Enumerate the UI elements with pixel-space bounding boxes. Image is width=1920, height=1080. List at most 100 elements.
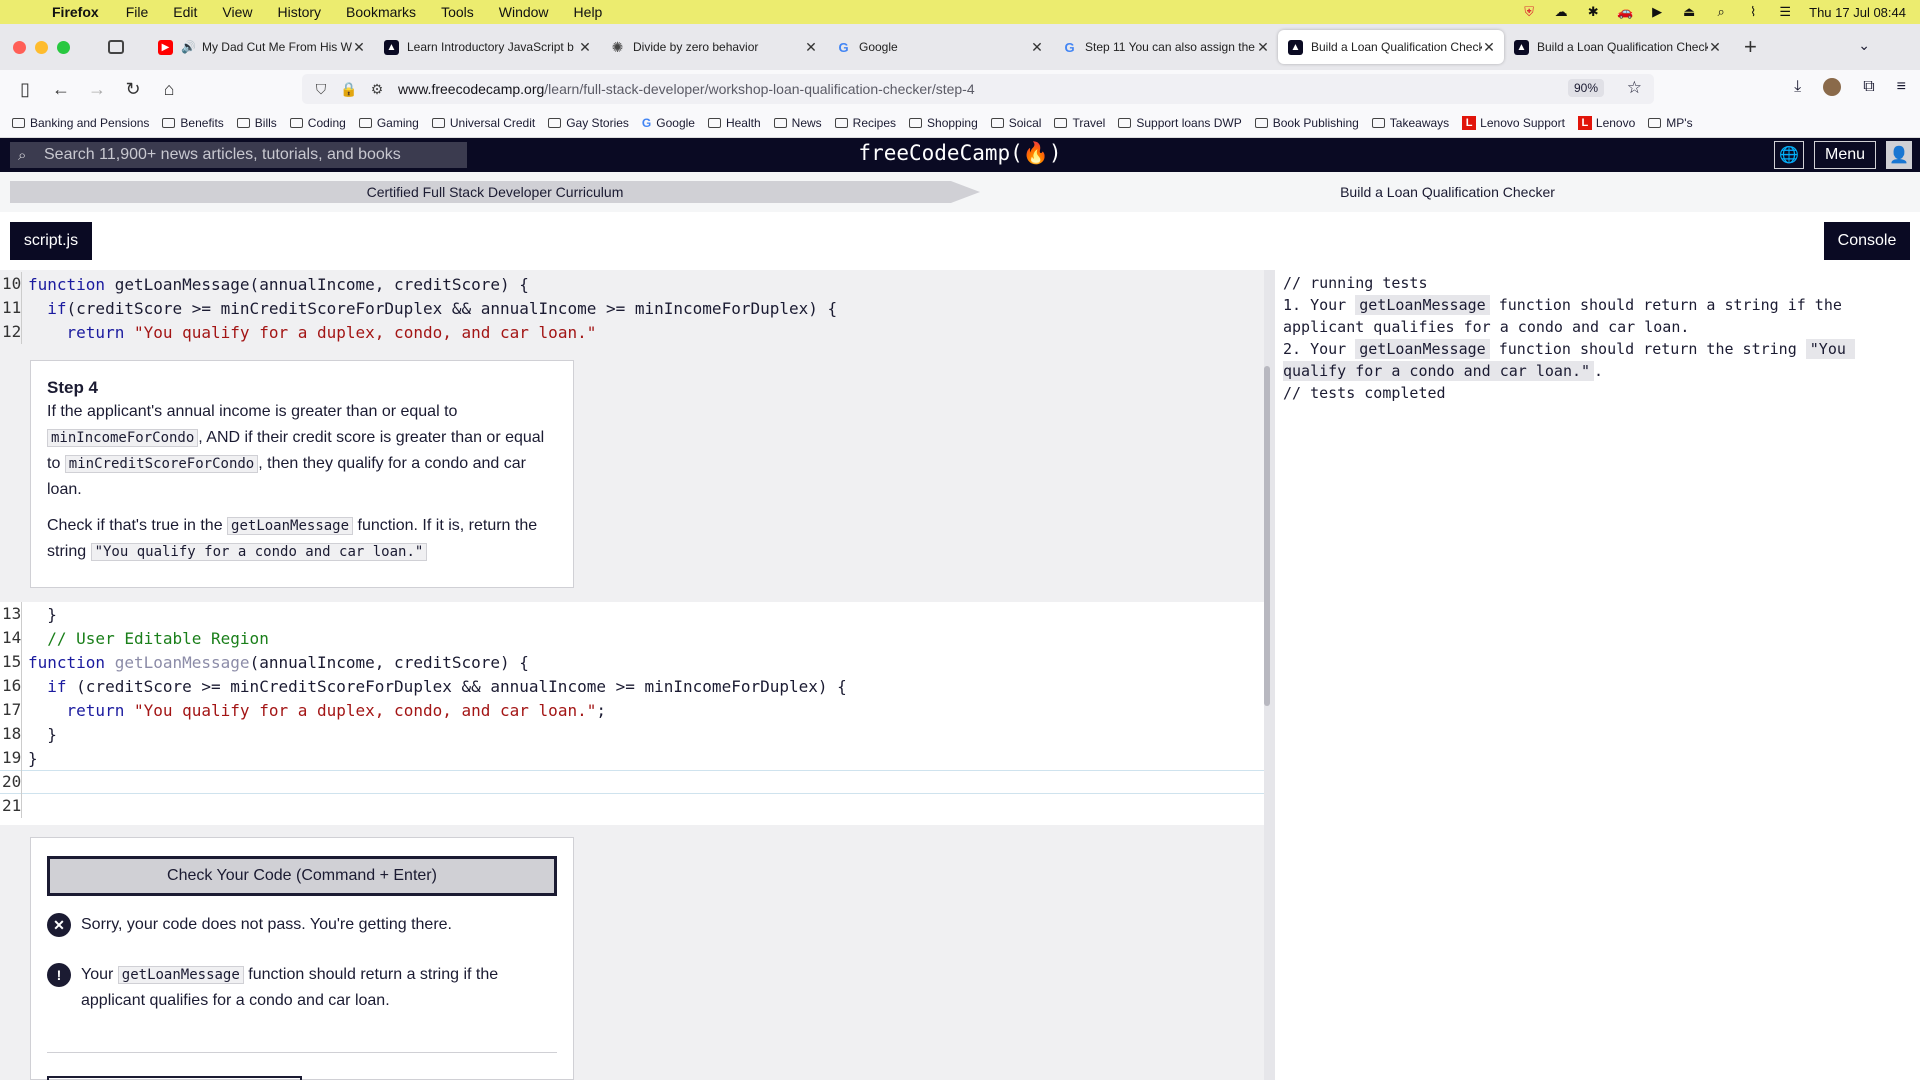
close-tab-icon[interactable]: ✕ <box>1030 39 1044 56</box>
bookmark-item[interactable]: Soical <box>990 116 1041 130</box>
url-bar[interactable]: ⛉ 🔒 ⚙ www.freecodecamp.org/learn/full-st… <box>302 74 1654 104</box>
cloud-icon[interactable]: ☁ <box>1553 4 1569 19</box>
bookmark-item[interactable]: Shopping <box>909 116 978 130</box>
code-line[interactable]: 12 return "You qualify for a duplex, con… <box>0 320 1268 344</box>
close-tab-icon[interactable]: ✕ <box>1256 39 1270 56</box>
search-input[interactable] <box>44 146 464 164</box>
speaker-icon[interactable]: 🔊 <box>181 40 196 54</box>
back-button[interactable]: ← <box>50 78 72 100</box>
menu-firefox[interactable]: Firefox <box>52 4 99 20</box>
bookmark-item[interactable]: MP's <box>1648 116 1693 130</box>
close-tab-icon[interactable]: ✕ <box>352 39 366 56</box>
sidebar-toggle-icon[interactable]: ▯ <box>14 78 36 100</box>
bookmark-item[interactable]: Health <box>707 116 761 130</box>
breadcrumb-workshop[interactable]: Build a Loan Qualification Checker <box>985 181 1910 203</box>
browser-tab-active[interactable]: ▲ Build a Loan Qualification Check ✕ <box>1278 30 1504 64</box>
close-window-button[interactable] <box>13 40 26 54</box>
browser-tab[interactable]: ✺ Divide by zero behavior ✕ <box>600 30 826 64</box>
bookmark-item[interactable]: L Lenovo Support <box>1462 115 1565 130</box>
code-line[interactable]: 18 } <box>0 722 1268 746</box>
browser-tab[interactable]: ▲ Build a Loan Qualification Check ✕ <box>1504 30 1730 64</box>
account-avatar[interactable] <box>1823 78 1842 96</box>
bluetooth-icon[interactable]: ✱ <box>1585 4 1601 19</box>
menu-file[interactable]: File <box>126 4 149 20</box>
code-line[interactable]: 14 // User Editable Region <box>0 626 1268 650</box>
bookmark-item[interactable]: Coding <box>289 116 346 130</box>
user-avatar-icon[interactable]: 👤 <box>1886 141 1912 169</box>
tracking-shield-icon[interactable]: ⛉ <box>312 81 330 98</box>
breadcrumb-curriculum[interactable]: Certified Full Stack Developer Curriculu… <box>10 181 980 203</box>
bookmark-item[interactable]: Bills <box>236 116 277 130</box>
bookmark-item[interactable]: L Lenovo <box>1577 115 1635 130</box>
tab-list-icon[interactable] <box>108 40 124 54</box>
file-tab-script[interactable]: script.js <box>10 222 92 260</box>
bookmark-item[interactable]: Takeaways <box>1371 116 1449 130</box>
menu-help[interactable]: Help <box>574 4 603 20</box>
zoom-level[interactable]: 90% <box>1567 79 1604 97</box>
new-tab-button[interactable]: + <box>1744 34 1757 60</box>
lock-icon[interactable]: 🔒 <box>340 81 358 98</box>
partial-button[interactable] <box>47 1076 302 1080</box>
menu-tools[interactable]: Tools <box>441 4 474 20</box>
browser-tab[interactable]: ▲ Learn Introductory JavaScript b ✕ <box>374 30 600 64</box>
hamburger-menu-icon[interactable]: ≡ <box>1897 78 1906 96</box>
fail-message: ✕ Sorry, your code does not pass. You're… <box>47 912 557 938</box>
code-line[interactable]: 11 if(creditScore >= minCreditScoreForDu… <box>0 296 1268 320</box>
home-button[interactable]: ⌂ <box>158 78 180 100</box>
minimize-window-button[interactable] <box>35 40 48 54</box>
bookmark-item[interactable]: Support loans DWP <box>1118 116 1242 130</box>
permissions-icon[interactable]: ⚙ <box>368 81 386 98</box>
downloads-icon[interactable]: ⤓ <box>1794 78 1801 96</box>
browser-tab[interactable]: G Google ✕ <box>826 30 1052 64</box>
reload-button[interactable]: ↻ <box>122 78 144 100</box>
code-line[interactable]: 13 } <box>0 602 1268 626</box>
url-text[interactable]: www.freecodecamp.org/learn/full-stack-de… <box>398 81 975 97</box>
bookmark-item[interactable]: Recipes <box>834 116 896 130</box>
wifi-off-icon[interactable]: ⌇ <box>1745 4 1761 19</box>
code-editor[interactable]: 10 function getLoanMessage(annualIncome,… <box>0 270 1270 1080</box>
code-line-current[interactable]: 20 <box>0 770 1268 794</box>
maximize-window-button[interactable] <box>57 40 70 54</box>
close-tab-icon[interactable]: ✕ <box>578 39 592 56</box>
bookmark-item[interactable]: Universal Credit <box>431 116 535 130</box>
code-line[interactable]: 16 if (creditScore >= minCreditScoreForD… <box>0 674 1268 698</box>
extensions-icon[interactable]: ⧉ <box>1863 78 1874 96</box>
console-button[interactable]: Console <box>1824 222 1910 260</box>
browser-tab[interactable]: ▶ 🔊 My Dad Cut Me From His W ✕ <box>148 30 374 64</box>
eject-icon[interactable]: ⏏ <box>1681 4 1697 19</box>
search-icon[interactable]: ⌕ <box>1713 4 1729 19</box>
menu-window[interactable]: Window <box>499 4 549 20</box>
chevron-down-icon[interactable]: ⌄ <box>1858 37 1870 54</box>
control-center-icon[interactable]: ☰ <box>1777 4 1793 19</box>
menu-view[interactable]: View <box>222 4 252 20</box>
bookmark-item[interactable]: Travel <box>1054 116 1105 130</box>
bookmark-item[interactable]: News <box>773 116 822 130</box>
bookmark-item[interactable]: Benefits <box>162 116 224 130</box>
check-code-button[interactable]: Check Your Code (Command + Enter) <box>47 856 557 896</box>
close-tab-icon[interactable]: ✕ <box>1708 39 1722 56</box>
code-line[interactable]: 15 function getLoanMessage(annualIncome,… <box>0 650 1268 674</box>
bookmark-item[interactable]: Gaming <box>358 116 419 130</box>
menu-history[interactable]: History <box>277 4 321 20</box>
close-tab-icon[interactable]: ✕ <box>804 39 818 56</box>
bookmark-item[interactable]: Book Publishing <box>1254 116 1359 130</box>
clock[interactable]: Thu 17 Jul 08:44 <box>1809 5 1906 20</box>
bookmark-item[interactable]: Banking and Pensions <box>12 116 149 130</box>
forward-button[interactable]: → <box>86 78 108 100</box>
bookmark-star-icon[interactable]: ☆ <box>1627 78 1642 98</box>
menu-button[interactable]: Menu <box>1814 141 1876 169</box>
globe-icon[interactable]: 🌐 <box>1774 141 1804 169</box>
bookmark-item[interactable]: Gay Stories <box>548 116 629 130</box>
play-icon[interactable]: ▶ <box>1649 4 1665 19</box>
menu-edit[interactable]: Edit <box>173 4 197 20</box>
code-line[interactable]: 10 function getLoanMessage(annualIncome,… <box>0 272 1268 296</box>
car-icon[interactable]: 🚗 <box>1617 4 1633 19</box>
shield-icon[interactable]: ⛨ <box>1521 4 1537 19</box>
code-line[interactable]: 19 } <box>0 746 1268 770</box>
code-line[interactable]: 17 return "You qualify for a duplex, con… <box>0 698 1268 722</box>
bookmark-item[interactable]: G Google <box>642 116 695 130</box>
menu-bookmarks[interactable]: Bookmarks <box>346 4 416 20</box>
code-line[interactable]: 21 <box>0 794 1268 818</box>
close-tab-icon[interactable]: ✕ <box>1482 39 1496 56</box>
browser-tab[interactable]: G Step 11 You can also assign the ✕ <box>1052 30 1278 64</box>
